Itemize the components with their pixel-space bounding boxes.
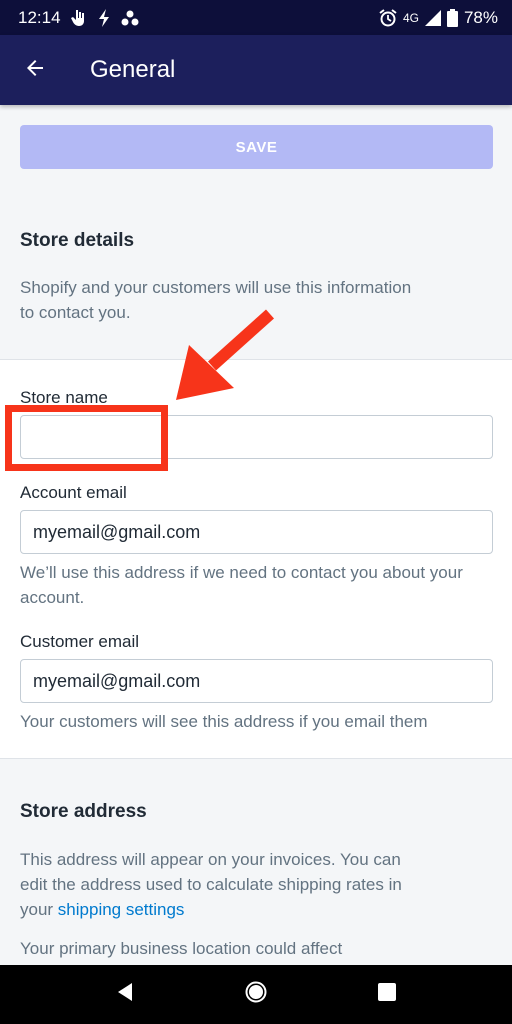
battery-level: 78% <box>463 7 498 27</box>
status-right: 4G 78% <box>379 8 498 28</box>
page-title: General <box>90 56 176 83</box>
nav-recents-button[interactable] <box>357 965 417 1024</box>
store-address-note: Your primary business location could aff… <box>20 939 343 958</box>
app-bar: General <box>0 35 512 105</box>
signal-icon <box>424 9 441 26</box>
shipping-settings-link[interactable]: shipping settings <box>58 900 185 919</box>
main-content[interactable]: SAVE Store details Shopify and your cust… <box>0 105 512 965</box>
save-button[interactable]: SAVE <box>20 125 493 169</box>
store-name-label: Store name <box>20 388 108 407</box>
store-details-title: Store details <box>20 230 135 251</box>
store-name-input[interactable] <box>20 415 493 459</box>
store-details-description: Shopify and your customers will use this… <box>20 278 412 322</box>
nav-back-button[interactable] <box>95 965 155 1024</box>
store-address-title: Store address <box>20 801 147 822</box>
customer-email-help: Your customers will see this address if … <box>20 712 428 731</box>
flash-icon <box>97 8 111 27</box>
back-arrow-icon <box>23 56 47 85</box>
status-bar: 12:14 4G 78% <box>0 0 512 35</box>
alarm-icon <box>379 8 397 27</box>
customer-email-input[interactable] <box>20 659 493 703</box>
dots-icon <box>121 10 139 26</box>
status-time: 12:14 <box>18 7 61 27</box>
nav-back-icon <box>116 982 134 1007</box>
nav-home-icon <box>244 980 268 1009</box>
store-address-description: This address will appear on your invoice… <box>20 847 430 922</box>
battery-icon <box>446 8 458 27</box>
store-details-card: Store name Account email We’ll use this … <box>0 359 512 759</box>
customer-email-label: Customer email <box>20 632 140 651</box>
nav-bar <box>0 965 512 1024</box>
nav-home-button[interactable] <box>226 965 286 1024</box>
back-button[interactable] <box>0 35 70 105</box>
hand-icon <box>70 9 87 27</box>
status-left: 12:14 <box>18 8 139 28</box>
account-email-label: Account email <box>20 483 127 502</box>
network-label: 4G <box>402 10 419 25</box>
account-email-input[interactable] <box>20 510 493 554</box>
nav-recents-icon <box>377 983 396 1006</box>
account-email-help: We’ll use this address if we need to con… <box>20 563 463 607</box>
